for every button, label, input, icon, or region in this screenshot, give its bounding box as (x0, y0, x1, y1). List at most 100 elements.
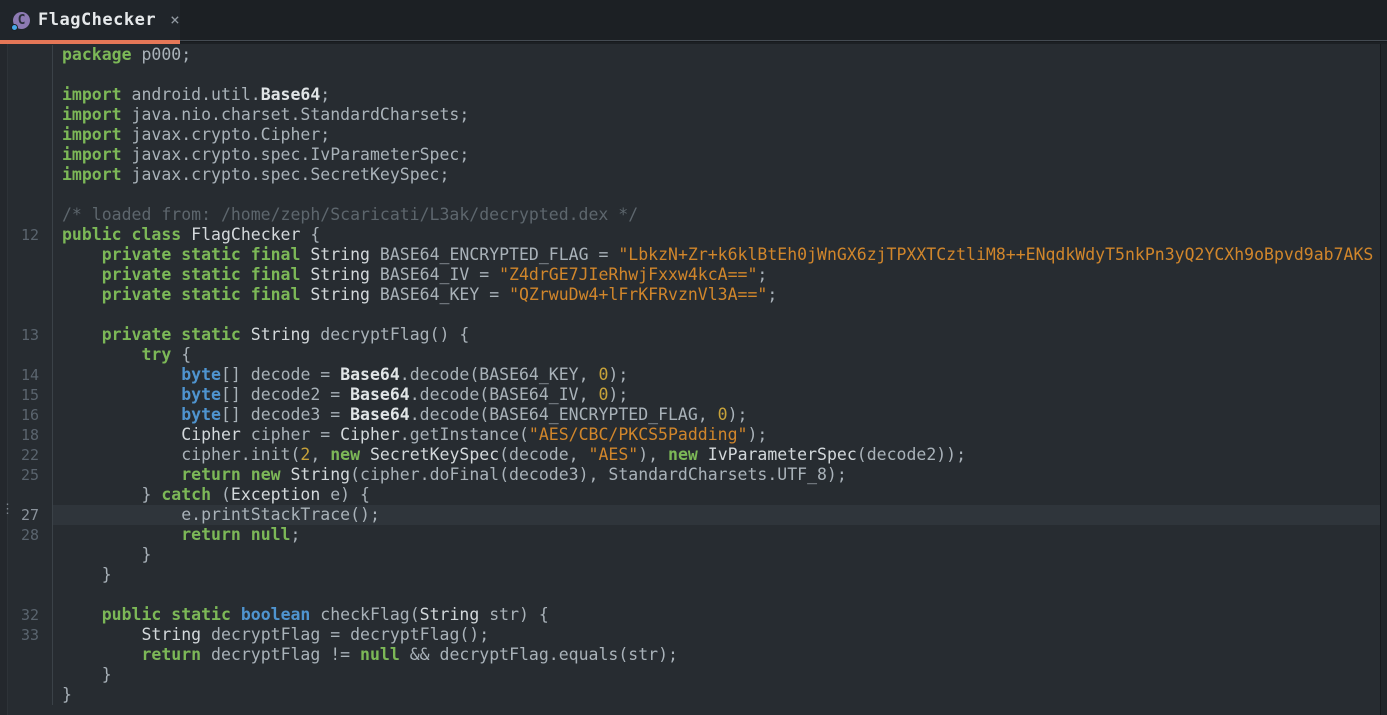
code-text[interactable]: return null; (53, 525, 1387, 545)
code-text[interactable]: String decryptFlag = decryptFlag(); (53, 625, 1387, 645)
class-icon-dot (11, 24, 18, 31)
code-editor: ⋮ package p000;import android.util.Base6… (0, 44, 1387, 715)
code-token: import (62, 85, 122, 104)
tab-flagchecker[interactable]: C FlagChecker × (0, 0, 180, 40)
code-line[interactable]: return decryptFlag != null && decryptFla… (0, 645, 1387, 665)
code-text[interactable]: Cipher cipher = Cipher.getInstance("AES/… (53, 425, 1387, 445)
code-text[interactable]: import android.util.Base64; (53, 85, 1387, 105)
code-token: cipher = (241, 425, 340, 444)
code-line[interactable]: package p000; (0, 45, 1387, 65)
code-line[interactable]: 18 Cipher cipher = Cipher.getInstance("A… (0, 425, 1387, 445)
code-text[interactable]: package p000; (53, 45, 1387, 65)
code-token: byte (181, 385, 221, 404)
code-token: public static (102, 605, 231, 624)
code-token: && decryptFlag.equals(str); (400, 645, 678, 664)
vertical-scrollbar[interactable] (1380, 44, 1387, 715)
code-text[interactable]: import javax.crypto.Cipher; (53, 125, 1387, 145)
code-text[interactable]: cipher.init(2, new SecretKeySpec(decode,… (53, 445, 1387, 465)
code-line[interactable]: private static final String BASE64_KEY =… (0, 285, 1387, 305)
code-text[interactable]: public static boolean checkFlag(String s… (53, 605, 1387, 625)
code-line[interactable]: try { (0, 345, 1387, 365)
code-token (62, 605, 102, 624)
code-token: checkFlag( (310, 605, 419, 624)
code-line[interactable]: 33 String decryptFlag = decryptFlag(); (0, 625, 1387, 645)
code-text[interactable]: private static final String BASE64_IV = … (53, 265, 1387, 285)
code-line[interactable]: 22 cipher.init(2, new SecretKeySpec(deco… (0, 445, 1387, 465)
code-line[interactable]: } (0, 545, 1387, 565)
code-line[interactable]: 12public class FlagChecker { (0, 225, 1387, 245)
code-line[interactable]: } (0, 665, 1387, 685)
code-text[interactable]: } catch (Exception e) { (53, 485, 1387, 505)
code-token: private static final (102, 265, 301, 284)
code-line[interactable]: /* loaded from: /home/zeph/Scaricati/L3a… (0, 205, 1387, 225)
code-text[interactable]: import javax.crypto.spec.IvParameterSpec… (53, 145, 1387, 165)
code-line[interactable]: } (0, 565, 1387, 585)
code-token: { (171, 345, 191, 364)
code-text[interactable]: private static String decryptFlag() { (53, 325, 1387, 345)
code-text[interactable]: import javax.crypto.spec.SecretKeySpec; (53, 165, 1387, 185)
tabbar-bottom-border (180, 40, 1387, 42)
code-token: BASE64_ENCRYPTED_FLAG = (370, 245, 618, 264)
code-text[interactable]: private static final String BASE64_KEY =… (53, 285, 1387, 305)
code-text[interactable]: import java.nio.charset.StandardCharsets… (53, 105, 1387, 125)
code-text[interactable]: byte[] decode2 = Base64.decode(BASE64_IV… (53, 385, 1387, 405)
tab-close-icon[interactable]: × (170, 12, 180, 28)
code-token: android.util. (122, 85, 261, 104)
code-line[interactable]: private static final String BASE64_ENCRY… (0, 245, 1387, 265)
code-text[interactable] (53, 585, 1387, 605)
code-token: private static final (102, 245, 301, 264)
code-token (300, 245, 310, 264)
code-line[interactable]: 14 byte[] decode = Base64.decode(BASE64_… (0, 365, 1387, 385)
code-text[interactable]: } (53, 685, 1387, 705)
code-line[interactable]: 32 public static boolean checkFlag(Strin… (0, 605, 1387, 625)
code-line[interactable]: } (0, 685, 1387, 705)
code-line[interactable]: 13 private static String decryptFlag() { (0, 325, 1387, 345)
code-line[interactable]: import javax.crypto.Cipher; (0, 125, 1387, 145)
code-line[interactable]: import android.util.Base64; (0, 85, 1387, 105)
code-token (62, 245, 102, 264)
code-text[interactable]: } (53, 545, 1387, 565)
code-text[interactable] (53, 65, 1387, 85)
code-line[interactable] (0, 585, 1387, 605)
code-text[interactable]: try { (53, 345, 1387, 365)
code-token: "Z4drGE7JIeRhwjFxxw4kcA==" (499, 265, 757, 284)
code-line[interactable]: 16 byte[] decode3 = Base64.decode(BASE64… (0, 405, 1387, 425)
code-text[interactable] (53, 185, 1387, 205)
code-text[interactable]: } (53, 665, 1387, 685)
code-line[interactable]: private static final String BASE64_IV = … (0, 265, 1387, 285)
code-token: import (62, 125, 122, 144)
code-line[interactable] (0, 185, 1387, 205)
code-line[interactable]: import javax.crypto.spec.SecretKeySpec; (0, 165, 1387, 185)
code-text[interactable]: } (53, 565, 1387, 585)
code-token: 0 (598, 365, 608, 384)
code-line[interactable]: 25 return new String(cipher.doFinal(deco… (0, 465, 1387, 485)
code-line[interactable] (0, 65, 1387, 85)
code-token: null (360, 645, 400, 664)
code-token: BASE64_IV = (370, 265, 499, 284)
code-text[interactable]: return decryptFlag != null && decryptFla… (53, 645, 1387, 665)
code-token (241, 325, 251, 344)
code-text[interactable] (53, 305, 1387, 325)
code-text[interactable]: e.printStackTrace(); (53, 505, 1387, 525)
code-line[interactable]: import javax.crypto.spec.IvParameterSpec… (0, 145, 1387, 165)
code-token: 2 (300, 445, 310, 464)
code-line[interactable]: import java.nio.charset.StandardCharsets… (0, 105, 1387, 125)
code-line[interactable]: 28 return null; (0, 525, 1387, 545)
code-token: e) { (320, 485, 370, 504)
code-text[interactable]: return new String(cipher.doFinal(decode3… (53, 465, 1387, 485)
code-token: [] decode = (221, 365, 340, 384)
code-line[interactable]: 15 byte[] decode2 = Base64.decode(BASE64… (0, 385, 1387, 405)
code-token: String (251, 325, 311, 344)
code-text[interactable]: byte[] decode = Base64.decode(BASE64_KEY… (53, 365, 1387, 385)
code-line[interactable]: 27 e.printStackTrace(); (0, 505, 1387, 525)
code-text[interactable]: byte[] decode3 = Base64.decode(BASE64_EN… (53, 405, 1387, 425)
code-line[interactable]: } catch (Exception e) { (0, 485, 1387, 505)
code-token: Exception (231, 485, 320, 504)
code-token: private static final (102, 285, 301, 304)
code-token: new (668, 445, 698, 464)
code-line[interactable] (0, 305, 1387, 325)
code-text[interactable]: private static final String BASE64_ENCRY… (53, 245, 1387, 265)
tab-title: FlagChecker (38, 10, 156, 30)
code-text[interactable]: public class FlagChecker { (53, 225, 1387, 245)
code-text[interactable]: /* loaded from: /home/zeph/Scaricati/L3a… (53, 205, 1387, 225)
